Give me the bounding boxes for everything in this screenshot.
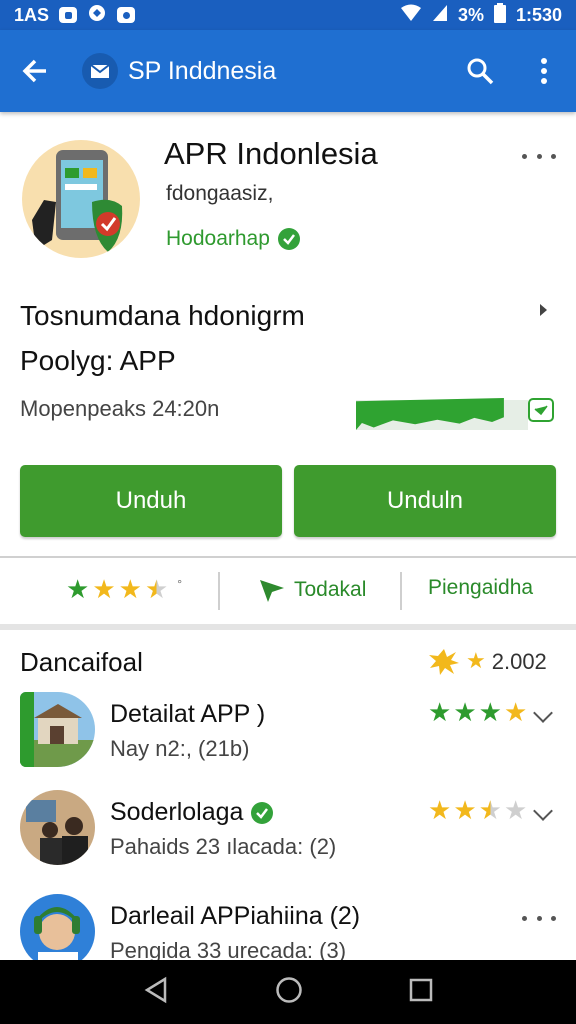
more-dot-icon	[551, 915, 556, 921]
review-subtitle: Pahaids 23 ılacada: (2)	[110, 834, 337, 859]
nav-recents-button[interactable]	[409, 978, 433, 1007]
review-subtitle: Nay n2:, (21b)	[110, 736, 250, 761]
app-developer: fdongaasiz,	[166, 182, 274, 205]
review-title: Detailat APP )	[110, 700, 266, 728]
review-title: Darleail APPiahiina (2)	[110, 902, 361, 930]
app-icon	[22, 140, 140, 258]
more-dot-icon	[536, 915, 542, 921]
star-icon: ★	[118, 575, 142, 605]
status-bar: 1AS 3% 1:530	[0, 0, 576, 30]
search-button[interactable]	[448, 30, 512, 112]
download-progress	[356, 394, 556, 438]
review-title: Soderlolaga	[110, 798, 274, 827]
app-subtitle-line-2: Poolyg: APP	[20, 345, 176, 376]
battery-icon	[493, 2, 506, 28]
star-icon: ★	[453, 796, 477, 826]
updated-text: Mopenpeaks 24:20n	[20, 396, 220, 421]
sim-icon	[59, 7, 78, 23]
app-subtitle[interactable]: Tosnumdana hdonigrm Poolyg: APP	[20, 293, 305, 383]
chevron-down-icon[interactable]	[533, 703, 553, 723]
avatar	[20, 894, 95, 969]
overflow-menu-icon	[541, 58, 547, 84]
battery-percent: 3%	[457, 4, 484, 25]
vpn-icon	[87, 3, 107, 28]
section-rating: ★ 2.002	[428, 648, 547, 676]
app-badge: Hodoarhap	[166, 227, 300, 251]
star-icon: ★	[428, 796, 452, 826]
more-dot-icon	[522, 915, 527, 921]
tag-label: Todakal	[294, 578, 367, 601]
mail-icon	[90, 64, 110, 78]
back-button[interactable]	[0, 30, 70, 112]
app-badge-label: Hodoarhap	[166, 227, 270, 250]
star-icon: ★	[66, 575, 90, 605]
tag-link[interactable]: Todakal	[258, 576, 366, 604]
star-half-icon: ★	[144, 575, 169, 605]
app-subtitle-line-1: Tosnumdana hdonigrm	[20, 300, 305, 331]
avatar	[20, 692, 95, 767]
wifi-icon	[400, 4, 422, 27]
more-dot-icon	[522, 153, 527, 159]
back-arrow-icon	[22, 59, 46, 83]
star-icon: ★	[453, 698, 477, 728]
verified-check-icon	[277, 228, 300, 250]
verified-check-icon	[251, 801, 274, 824]
navigation-bar	[0, 960, 576, 1024]
nav-back-icon	[144, 976, 167, 1003]
chevron-right-icon[interactable]	[540, 304, 547, 316]
nav-back-button[interactable]	[143, 976, 169, 1009]
app-bar-title: SP Inddnesia	[128, 56, 277, 85]
star-icon: ★	[92, 575, 116, 605]
install-button-1[interactable]: Unduh	[20, 465, 282, 537]
list-item[interactable]: Detailat APP ) Nay n2:, (21b) ★ ★ ★ ★	[0, 692, 576, 782]
more-dot-icon	[536, 153, 542, 159]
nav-recents-icon	[409, 978, 433, 1001]
overflow-menu-button[interactable]	[512, 30, 576, 112]
install-button-2[interactable]: Unduln	[294, 465, 556, 537]
list-item[interactable]: Soderlolaga Pahaids 23 ılacada: (2) ★ ★ …	[0, 790, 576, 880]
app-name: APR Indonlesia	[164, 136, 378, 171]
progress-check-icon	[528, 398, 554, 422]
signal-icon	[432, 4, 448, 27]
nav-home-icon	[276, 976, 302, 1003]
section-rating-value: 2.002	[491, 649, 547, 674]
vertical-separator	[400, 572, 402, 610]
app-rating-stars[interactable]: ★ ★ ★ ★ °	[66, 577, 182, 603]
star-icon: ★	[478, 698, 502, 728]
status-time-left: 1AS	[14, 4, 50, 25]
phone-shield-icon	[32, 150, 123, 252]
search-icon	[467, 58, 494, 85]
section-title: Dancaifoal	[20, 647, 143, 677]
info-link[interactable]: Piengaidha	[428, 576, 533, 600]
flag-icon	[260, 580, 284, 602]
vertical-separator	[218, 572, 220, 610]
star-empty-icon: ★	[503, 796, 528, 826]
star-icon: ★	[503, 698, 528, 728]
star-half-icon: ★	[478, 796, 502, 826]
divider	[0, 556, 576, 558]
app-bar-logo	[82, 53, 118, 89]
section-divider	[0, 624, 576, 630]
notification-icon	[117, 7, 136, 23]
nav-home-button[interactable]	[275, 976, 303, 1009]
review-stars: ★ ★ ★ ★	[428, 700, 527, 726]
chevron-down-icon[interactable]	[533, 801, 553, 821]
app-more-button[interactable]	[522, 146, 556, 166]
status-time: 1:530	[515, 4, 562, 25]
app-bar: SP Inddnesia	[0, 30, 576, 112]
review-stars: ★ ★ ★ ★	[428, 798, 527, 824]
avatar	[20, 790, 95, 865]
burst-icon	[429, 649, 459, 675]
star-icon: ★	[428, 698, 452, 728]
review-more-button[interactable]	[522, 908, 556, 928]
more-dot-icon	[551, 153, 556, 159]
rating-mark: °	[177, 577, 183, 591]
star-icon: ★	[466, 649, 486, 674]
